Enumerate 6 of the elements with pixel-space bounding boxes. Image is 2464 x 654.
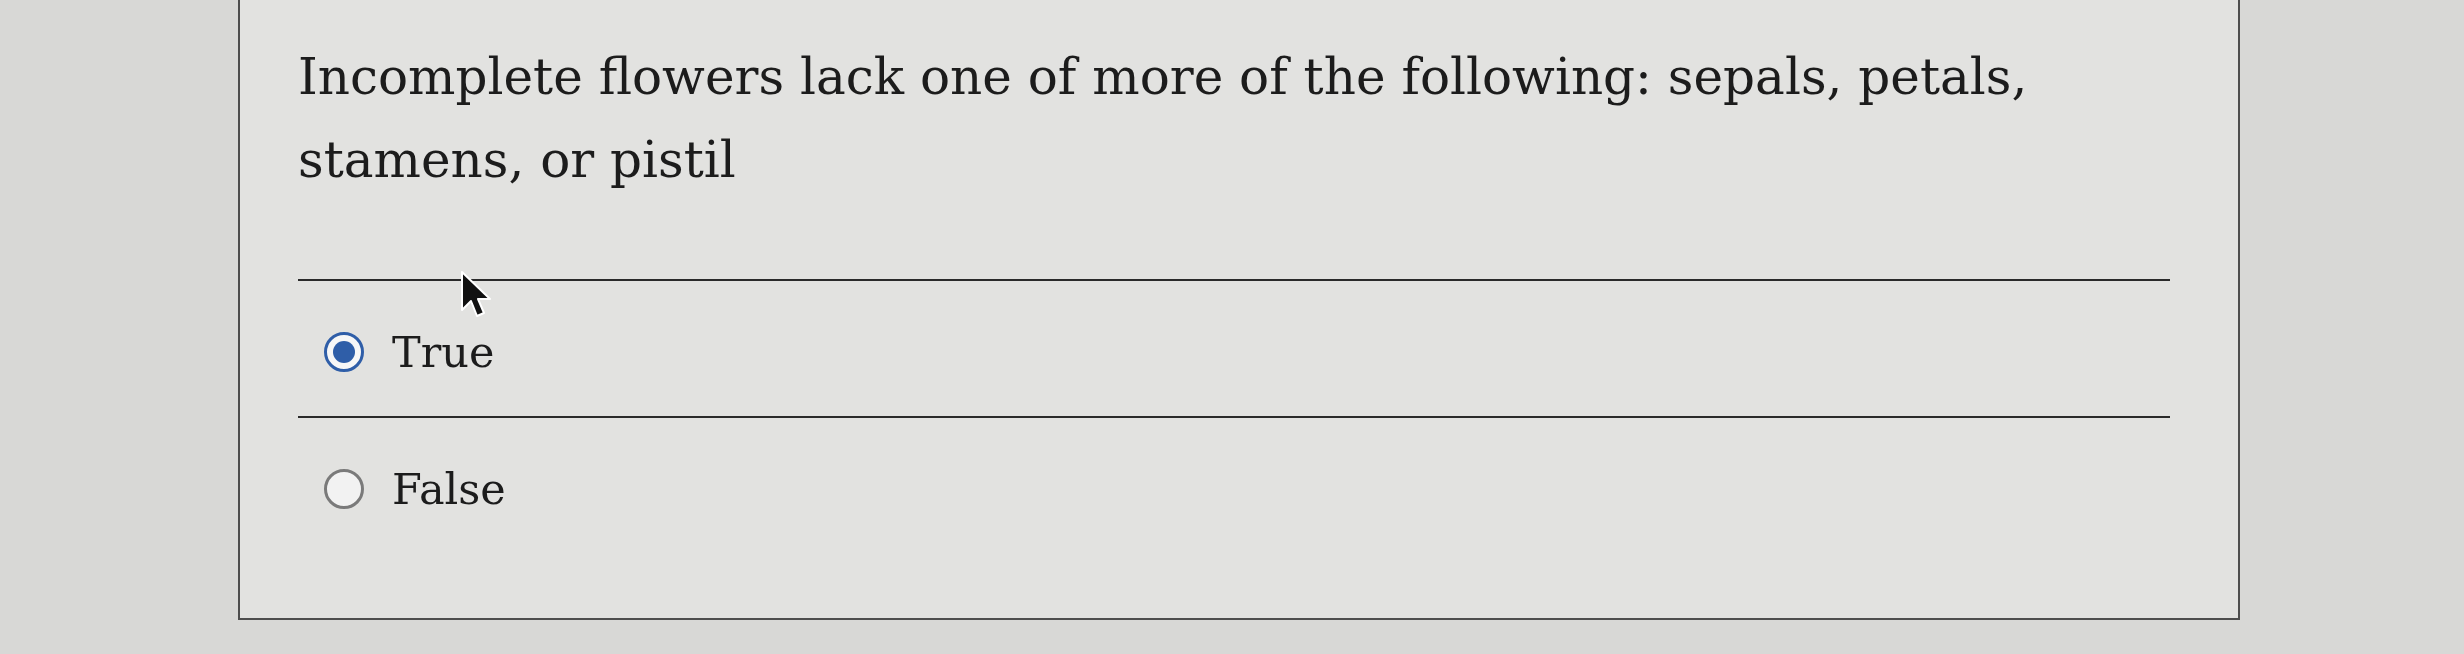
- option-label[interactable]: True: [392, 326, 495, 377]
- radio-button[interactable]: [324, 468, 364, 509]
- pointer-cursor-icon: [460, 270, 492, 318]
- option-label[interactable]: False: [392, 463, 506, 514]
- question-text: Incomplete flowers lack one of more of the following: sepals, petals, stamens, or pistil: [298, 47, 2029, 191]
- radio-button[interactable]: [324, 331, 364, 372]
